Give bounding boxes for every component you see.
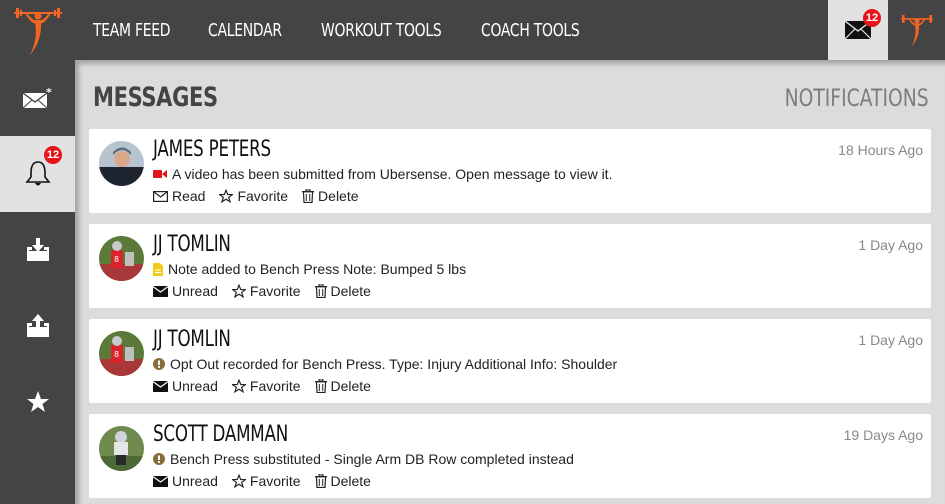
- message-time: 1 Day Ago: [858, 332, 923, 348]
- messages-panel: MESSAGES NOTIFICATIONS JAMES PETERS 18 H…: [75, 60, 945, 504]
- message-text: Bench Press substituted - Single Arm DB …: [170, 451, 574, 467]
- user-profile-logo[interactable]: [888, 0, 945, 60]
- avatar: 8: [99, 236, 144, 281]
- mark-unread-button[interactable]: Unread: [153, 473, 218, 489]
- outbox-upload-icon: [26, 314, 49, 337]
- star-outline-icon: [231, 474, 246, 488]
- envelope-filled-icon: [153, 285, 168, 297]
- bell-icon: [24, 161, 51, 186]
- sidebar-item-notifications[interactable]: 12: [0, 136, 75, 212]
- sidebar-item-favorites[interactable]: [0, 364, 75, 440]
- inbox-download-icon: [26, 238, 49, 261]
- trash-icon: [314, 379, 327, 393]
- star-outline-icon: [219, 189, 234, 203]
- app-logo[interactable]: [0, 0, 75, 60]
- favorite-button[interactable]: Favorite: [219, 188, 288, 204]
- top-navigation-bar: TEAM FEED CALENDAR WORKOUT TOOLS COACH T…: [0, 0, 945, 60]
- messages-button[interactable]: 12: [828, 0, 888, 60]
- nav-team-feed[interactable]: TEAM FEED: [93, 20, 171, 41]
- sidebar-item-inbox[interactable]: [0, 212, 75, 288]
- exclamation-circle-icon: [153, 358, 165, 370]
- sidebar: * 12: [0, 60, 75, 504]
- video-camera-icon: [153, 170, 167, 178]
- star-outline-icon: [231, 379, 246, 393]
- message-count-badge: 12: [863, 9, 881, 27]
- trash-icon: [314, 284, 327, 298]
- weightlifter-logo-icon: [13, 8, 62, 55]
- favorite-button[interactable]: Favorite: [231, 378, 301, 394]
- exclamation-circle-icon: [153, 453, 165, 465]
- mark-unread-button[interactable]: Unread: [153, 283, 218, 299]
- sender-name: JJ TOMLIN: [153, 232, 231, 257]
- envelope-filled-icon: [153, 475, 168, 487]
- trash-icon: [302, 189, 315, 203]
- message-item[interactable]: SCOTT DAMMAN 19 Days Ago Bench Press sub…: [89, 414, 931, 498]
- note-file-icon: [153, 262, 163, 276]
- message-text: Note added to Bench Press Note: Bumped 5…: [168, 261, 467, 277]
- delete-button[interactable]: Delete: [314, 473, 371, 489]
- weightlifter-logo-icon: [900, 14, 933, 47]
- svg-text:8: 8: [114, 255, 119, 264]
- trash-icon: [314, 474, 327, 488]
- star-icon: [26, 391, 49, 412]
- nav-calendar[interactable]: CALENDAR: [208, 20, 282, 41]
- avatar: 8: [99, 331, 144, 376]
- mark-unread-button[interactable]: Unread: [153, 378, 218, 394]
- envelope-outline-icon: [153, 190, 168, 202]
- notifications-link[interactable]: NOTIFICATIONS: [785, 84, 929, 112]
- message-text: A video has been submitted from Ubersens…: [172, 166, 613, 182]
- sender-name: JJ TOMLIN: [153, 327, 231, 352]
- sidebar-item-outbox[interactable]: [0, 288, 75, 364]
- svg-text:8: 8: [114, 350, 119, 359]
- message-text: Opt Out recorded for Bench Press. Type: …: [170, 356, 618, 372]
- delete-button[interactable]: Delete: [314, 283, 371, 299]
- message-item[interactable]: JAMES PETERS 18 Hours Ago A video has be…: [89, 129, 931, 213]
- sidebar-item-compose[interactable]: *: [0, 60, 75, 136]
- favorite-button[interactable]: Favorite: [231, 283, 301, 299]
- sender-name: JAMES PETERS: [153, 137, 271, 162]
- message-item[interactable]: 8 JJ TOMLIN 1 Day Ago Opt Out recorded f…: [89, 319, 931, 403]
- nav-workout-tools[interactable]: WORKOUT TOOLS: [321, 20, 442, 41]
- avatar: [99, 141, 144, 186]
- avatar: [99, 426, 144, 471]
- svg-text:*: *: [46, 87, 52, 99]
- message-time: 18 Hours Ago: [838, 142, 923, 158]
- star-outline-icon: [231, 284, 246, 298]
- sender-name: SCOTT DAMMAN: [153, 422, 288, 447]
- message-time: 1 Day Ago: [858, 237, 923, 253]
- message-time: 19 Days Ago: [843, 427, 923, 443]
- compose-mail-icon: *: [22, 87, 52, 109]
- nav-coach-tools[interactable]: COACH TOOLS: [481, 20, 580, 41]
- delete-button[interactable]: Delete: [314, 378, 371, 394]
- mark-read-button[interactable]: Read: [153, 188, 205, 204]
- notification-count-badge: 12: [44, 146, 62, 164]
- envelope-filled-icon: [153, 380, 168, 392]
- page-title: MESSAGES: [93, 82, 218, 113]
- message-item[interactable]: 8 JJ TOMLIN 1 Day Ago Note added to Benc…: [89, 224, 931, 308]
- delete-button[interactable]: Delete: [302, 188, 359, 204]
- favorite-button[interactable]: Favorite: [231, 473, 301, 489]
